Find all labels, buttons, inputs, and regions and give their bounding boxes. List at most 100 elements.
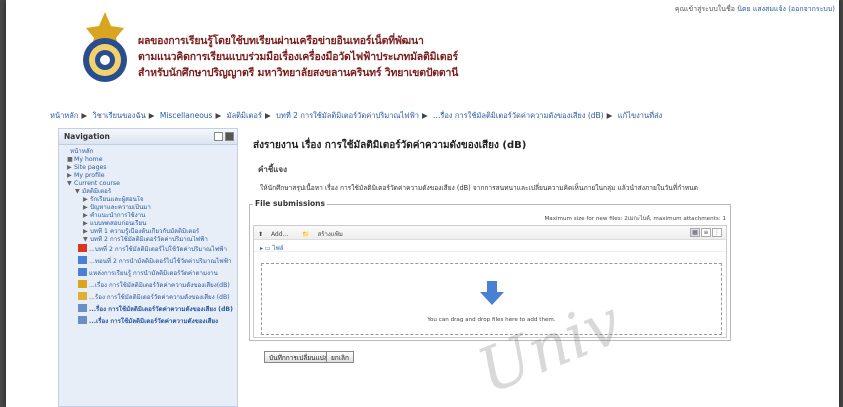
add-label: Add... [270,231,289,238]
sidebar-item[interactable]: ▶ รักเรียนและผู้สอนใจ [63,196,233,204]
site-header: ผลของการเรียนรู้โดยใช้บทเรียนผ่านเครือข่… [6,0,839,100]
breadcrumb-category[interactable]: Miscellaneous [160,111,213,120]
sidebar-item[interactable]: ▶ My profile [63,172,233,180]
sidebar-activity[interactable]: ...รื่อง การใช้มัลติมิเตอร์วัดค่าความดัง… [63,304,233,314]
sidebar-item-label: บทที่ 1 ความรู้เบื้องต้นเกี่ยวกับมัลติมิ… [90,228,200,235]
navigation-header: Navigation [59,129,237,145]
assign-icon [78,304,87,312]
site-title: ผลของการเรียนรู้โดยใช้บทเรียนผ่านเครือข่… [138,33,458,81]
breadcrumb-separator-icon: ▶ [81,111,88,120]
cancel-button[interactable]: ยกเลิก [326,351,354,363]
chat-icon [78,292,87,300]
create-folder-label: สร้างแฟ้ม [317,231,343,238]
sidebar-activity[interactable]: ...เรื่อง การใช้มัลติมิเตอร์วัดค่าความดั… [63,316,233,326]
breadcrumb-separator-icon: ▶ [264,111,271,120]
fieldset-legend: File submissions [253,199,327,208]
login-prefix: คุณเข้าสู่ระบบในชื่อ [674,5,735,13]
tree-arrow-icon: ▼ [83,236,88,243]
breadcrumb-chapter[interactable]: บทที่ 2 การใช้มัลติมิเตอร์วัดค่าปริมาณไฟ… [276,111,419,120]
site-title-line-2: ตามแนวคิดการเรียนแบบร่วมมือเรื่องเครื่อง… [138,51,458,63]
sidebar-item[interactable]: ▶ Site pages [63,164,233,172]
forum-icon [78,280,87,288]
sidebar-activity[interactable]: ...บทที่ 2 การใช้มัลติมิเตอร์ไปใช้วัดค่า… [63,244,233,254]
icon-view-icon[interactable]: ▦ [690,228,700,237]
doc-icon [78,256,87,264]
sidebar-item[interactable]: ▶ ปัญหาและความเป็นมา [63,204,233,212]
sidebar-item[interactable]: ▶ บทที่ 1 ความรู้เบื้องต้นเกี่ยวกับมัลติม… [63,228,233,236]
drop-zone[interactable]: You can drag and drop files here to add … [261,263,722,335]
file-picker-toolbar: ⬆ Add... 📁 สร้างแฟ้ม ▦ ≡ ⋮ [254,226,726,240]
page: ผลของการเรียนรู้โดยใช้บทเรียนผ่านเครือข่… [6,0,839,407]
breadcrumb-assignment[interactable]: ...รื่อง การใช้มัลติมิเตอร์วัดค่าความดัง… [433,111,603,120]
breadcrumb-separator-icon: ▶ [422,111,428,120]
path-label[interactable]: ไฟล์ [273,245,284,252]
tree-arrow-icon: ▶ [83,196,88,203]
tree-arrow-icon: ▼ [75,188,80,195]
tree-arrow-icon: ■ [67,156,73,163]
collapse-icon[interactable] [225,132,234,141]
tree-arrow-icon: ▼ [67,180,72,187]
max-size-note: Maximum size for new files: 2เมกะไบต์, m… [544,216,726,222]
sidebar-item-label: รักเรียนและผู้สอนใจ [90,196,144,203]
logout-link[interactable]: (ออกจากระบบ) [788,5,835,13]
university-logo [83,12,127,82]
tree-arrow-icon: ▶ [83,228,88,235]
sidebar-activity[interactable]: ...ร้อง การใช้มัลติมิเตอร์วัดค่าความดังข… [63,292,233,302]
breadcrumb-separator-icon: ▶ [215,111,222,120]
breadcrumb-my-courses[interactable]: วิชาเรียนของฉัน [93,111,146,120]
assign-icon [78,316,87,324]
site-title-line-1: ผลของการเรียนรู้โดยใช้บทเรียนผ่านเครือข่… [138,35,424,47]
description-text: ให้นักศึกษาสรุปเนื้อหา เรื่อง การใช้มัลต… [260,184,698,192]
sidebar-item[interactable]: ▼ Current course [63,180,233,188]
doc-icon [78,268,87,276]
sidebar-item-label: มัลติมิเตอร์ [82,188,112,195]
breadcrumb-separator-icon: ▶ [606,111,613,120]
navigation-title: Navigation [64,132,110,141]
sidebar-activity-label: ...รื่อง การใช้มัลติมิเตอร์วัดค่าความดัง… [89,306,233,313]
breadcrumb-course[interactable]: มัลติมิเตอร์ [227,111,262,120]
sidebar-item-label: บทที่ 2 การใช้มัลติมิเตอร์วัดค่าปริมาณไฟ… [90,236,208,243]
sidebar-item-label: หน้าหลัก [70,148,94,155]
breadcrumb-home[interactable]: หน้าหลัก [50,111,78,120]
sidebar-item[interactable]: ▼ มัลติมิเตอร์ [63,188,233,196]
file-path-bar: ▸ ▭ ไฟล์ [254,240,726,252]
file-submissions-fieldset: File submissions Maximum size for new fi… [249,199,731,341]
sidebar-item[interactable]: ▶ คำแนะนำการใช้งาน [63,212,233,220]
sidebar-item-label: แบบทดสอบก่อนเรียน [90,220,147,227]
sidebar-activity[interactable]: ...ทอนที่ 2 การนำมัลติมิเตอร์ไปใช้วัดค่า… [63,256,233,266]
create-folder-button[interactable]: 📁 สร้างแฟ้ม [302,231,349,238]
site-title-line-3: สำหรับนักศึกษาปริญญาตรี มหาวิทยาลัยสงขลา… [138,67,459,79]
tree-arrow-icon: ▶ [67,172,72,179]
path-folder-icon: ▸ ▭ [260,245,273,252]
sidebar-item[interactable]: หน้าหลัก [63,148,233,156]
sidebar-item-label: My home [74,156,103,163]
login-user-link[interactable]: นิตย แสงสมแจ้ง [737,5,786,13]
sidebar-activity[interactable]: ...เรื่อง การใช้มัลติมิเตอร์วัดค่าความดั… [63,280,233,290]
sidebar-activity[interactable]: แหล่งการเรียนรู้ การนำมัลติมิเตอร์วัดค่า… [63,268,233,278]
sidebar-item[interactable]: ▶ แบบทดสอบก่อนเรียน [63,220,233,228]
tree-arrow-icon: ▶ [83,204,88,211]
list-view-icon[interactable]: ≡ [701,228,711,237]
sidebar-activity-label: แหล่งการเรียนรู้ การนำมัลติมิเตอร์วัดค่า… [89,270,218,277]
tree-arrow-icon: ▶ [83,212,88,219]
sidebar-activity-label: ...เรื่อง การใช้มัลติมิเตอร์วัดค่าความดั… [89,282,230,289]
folder-icon: 📁 [302,231,312,238]
sidebar-activity-label: ...บทที่ 2 การใช้มัลติมิเตอร์ไปใช้วัดค่า… [89,246,228,253]
drop-zone-text: You can drag and drop files here to add … [427,317,556,323]
sidebar-activity-label: ...ร้อง การใช้มัลติมิเตอร์วัดค่าความดังข… [89,294,230,301]
sidebar-item-label: My profile [74,172,105,179]
sidebar-item-label: Current course [74,180,120,187]
sidebar-item[interactable]: ▼ บทที่ 2 การใช้มัลติมิเตอร์วัดค่าปริมาณไ… [63,236,233,244]
breadcrumb: หน้าหลัก ▶ วิชาเรียนของฉัน ▶ Miscellaneous… [50,110,662,122]
dock-icon[interactable] [214,132,223,141]
tree-view-icon[interactable]: ⋮ [712,228,722,237]
sidebar-item[interactable]: ■My home [63,156,233,164]
add-file-button[interactable]: ⬆ Add... [258,231,294,238]
page-title: ส่งรายงาน เรื่อง การใช้มัลติมิเตอร์วัดค่… [253,140,527,151]
sidebar-item-label: คำแนะนำการใช้งาน [90,212,146,219]
sidebar-activity-label: ...เรื่อง การใช้มัลติมิเตอร์วัดค่าความดั… [89,318,219,325]
tree-arrow-icon: ▶ [67,164,72,171]
breadcrumb-current[interactable]: แก้ไขงานที่ส่ง [618,111,662,120]
breadcrumb-separator-icon: ▶ [148,111,155,120]
login-info: คุณเข้าสู่ระบบในชื่อ นิตย แสงสมแจ้ง (ออก… [675,4,835,15]
